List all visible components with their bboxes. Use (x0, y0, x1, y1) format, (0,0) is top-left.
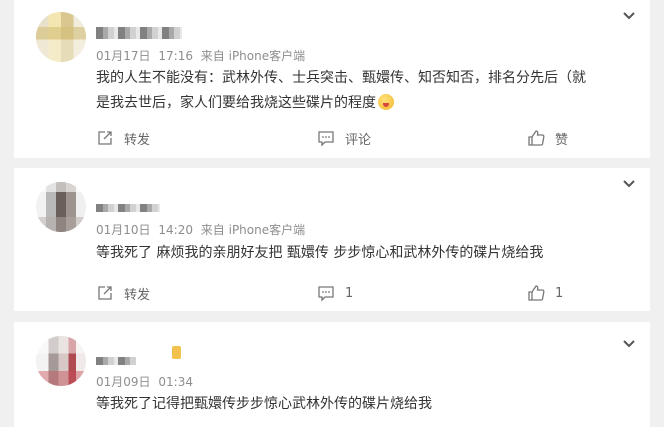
comment-time: 17:16 (158, 49, 193, 63)
comment-card: 01月17日 17:16 来自 iPhone客户端 我的人生不能没有：武林外传、… (14, 0, 650, 158)
repost-label: 转发 (124, 287, 151, 303)
action-bar: 转发 1 1 (14, 281, 650, 305)
chevron-down-icon[interactable] (622, 179, 636, 189)
chevron-down-icon[interactable] (622, 339, 636, 349)
comment-count: 1 (345, 285, 354, 301)
comment-meta: 01月10日 14:20 来自 iPhone客户端 (96, 221, 309, 238)
repost-label: 转发 (124, 132, 151, 148)
comment-source: 来自 iPhone客户端 (200, 223, 306, 237)
like-label: 赞 (555, 132, 569, 148)
repost-icon (98, 286, 112, 300)
avatar[interactable] (36, 336, 86, 386)
comment-time: 01:34 (158, 375, 193, 389)
comment-card: 01月09日 01:34 等我死了记得把甄嬛传步步惊心武林外传的碟片烧给我 (14, 322, 650, 427)
comment-button[interactable]: 评论 (317, 126, 371, 150)
comment-icon (318, 131, 334, 147)
member-badge-icon (172, 346, 181, 359)
repost-button[interactable]: 转发 (96, 126, 150, 150)
comment-icon (318, 286, 334, 302)
comment-meta: 01月17日 17:16 来自 iPhone客户端 (96, 47, 309, 64)
kiss-emoji-icon (378, 94, 394, 110)
comment-text: 等我死了 麻烦我的亲朋好友把 甄嬛传 步步惊心和武林外传的碟片烧给我 (96, 245, 544, 261)
comment-text-content: 我的人生不能没有：武林外传、士兵突击、甄嬛传、知否知否，排名分先后（就是我去世后… (96, 70, 586, 111)
comment-time: 14:20 (158, 223, 193, 237)
comment-date: 01月17日 (96, 49, 151, 63)
comment-label: 评论 (345, 132, 372, 148)
repost-icon (98, 131, 112, 145)
chevron-down-icon[interactable] (622, 11, 636, 21)
like-count: 1 (555, 285, 564, 301)
repost-button[interactable]: 转发 (96, 281, 150, 305)
avatar[interactable] (36, 12, 86, 62)
thumbs-up-icon (528, 285, 545, 301)
username[interactable] (96, 27, 182, 39)
comment-text: 我的人生不能没有：武林外传、士兵突击、甄嬛传、知否知否，排名分先后（就是我去世后… (96, 66, 588, 116)
comment-card: 01月10日 14:20 来自 iPhone客户端 等我死了 麻烦我的亲朋好友把… (14, 168, 650, 311)
comment-button[interactable]: 1 (317, 281, 353, 305)
thumbs-up-icon (528, 130, 545, 146)
comment-source: 来自 iPhone客户端 (200, 49, 306, 63)
comment-date: 01月10日 (96, 223, 151, 237)
like-button[interactable]: 赞 (527, 126, 568, 150)
like-button[interactable]: 1 (527, 281, 563, 305)
comment-date: 01月09日 (96, 375, 151, 389)
username[interactable] (96, 204, 160, 212)
username[interactable] (96, 357, 136, 365)
avatar[interactable] (36, 182, 86, 232)
comment-text: 等我死了记得把甄嬛传步步惊心武林外传的碟片烧给我 (96, 396, 432, 412)
action-bar: 转发 评论 赞 (14, 126, 650, 150)
comment-meta: 01月09日 01:34 (96, 373, 197, 390)
